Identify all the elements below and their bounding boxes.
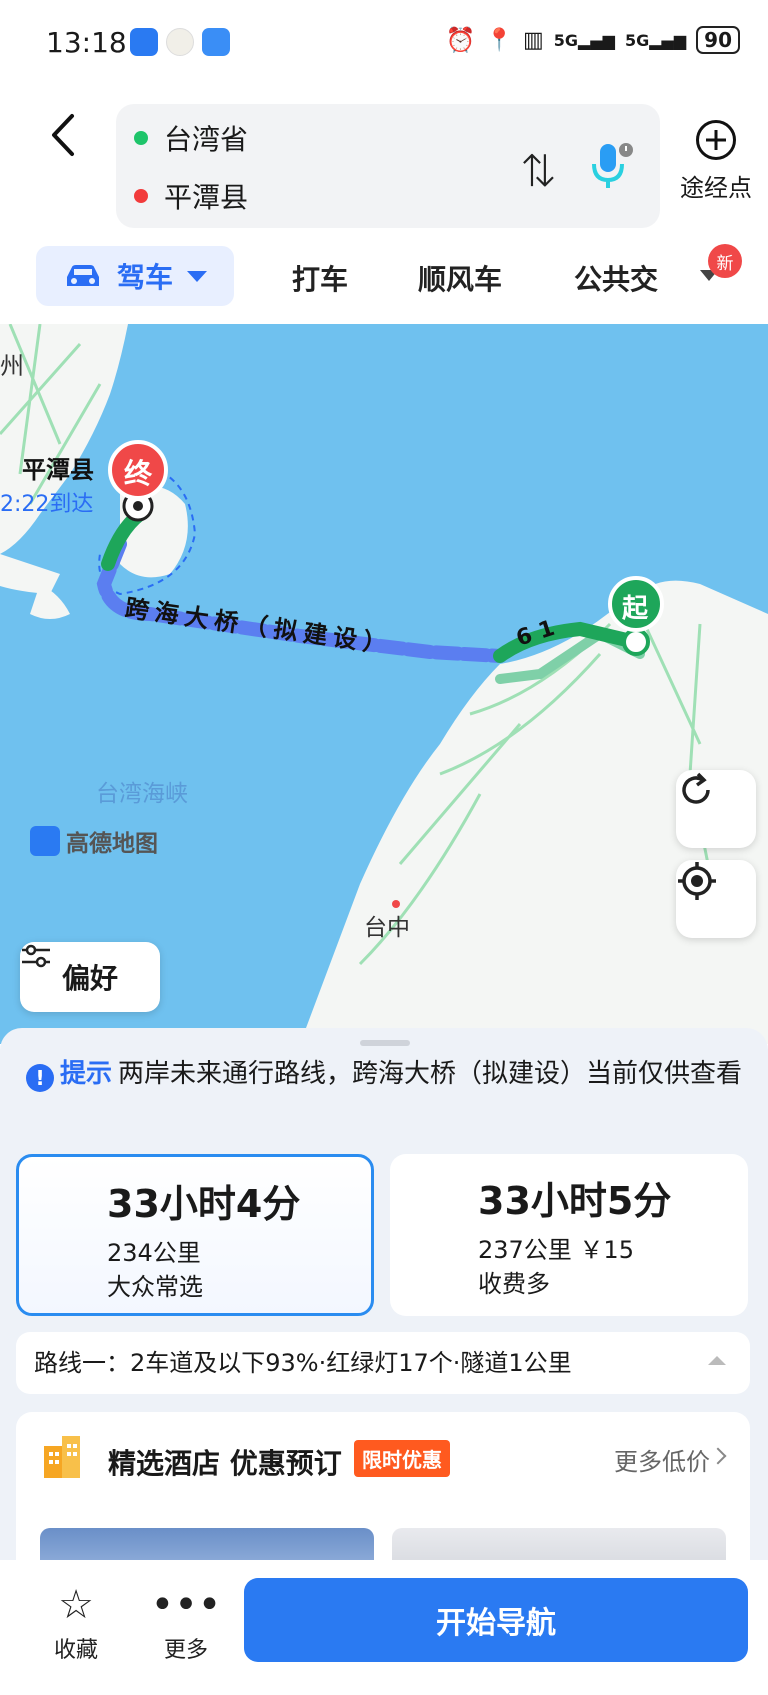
preference-button[interactable]: 偏好	[20, 942, 160, 1012]
battery-level: 90	[696, 26, 740, 54]
notice-text: 两岸未来通行路线，跨海大桥（拟建设）当前仅供查看	[118, 1059, 743, 1089]
bottom-action-bar: ☆ 收藏 ••• 更多 开始导航	[0, 1560, 768, 1695]
map-view[interactable]: 州 平潭县 2:22到达 终 起 跨海大桥（拟建设） 61 台湾海峡 高德地图 …	[0, 324, 768, 1044]
route-duration: 33小时5分	[478, 1179, 672, 1223]
info-icon: !	[26, 1064, 54, 1092]
transport-mode-tabs: 驾车 打车 顺风车 公共交 新	[0, 244, 768, 312]
route-summary-text: 路线一：2车道及以下93%·红绿灯17个·隧道1公里	[34, 1349, 572, 1377]
map-label-destination: 平潭县	[22, 456, 94, 484]
clock: 13:18	[46, 26, 127, 59]
route-distance: 237公里 ￥15	[478, 1236, 634, 1264]
preference-label: 偏好	[61, 962, 118, 995]
start-navigation-button[interactable]: 开始导航	[244, 1578, 748, 1662]
more-button[interactable]: ••• 更多	[136, 1580, 236, 1664]
route-input-box: 台湾省 平潭县 ⇅	[116, 104, 660, 228]
route-distance: 234公里	[107, 1239, 201, 1267]
hotel-building-icon	[44, 1436, 80, 1478]
add-waypoint-button[interactable]: 途经点	[676, 120, 756, 203]
route-planning-screen: 13:18 ⏰ 📍 ▥ 5G▂▄▆ 5G▂▄▆ 90 台湾省 平潭县 ⇅ 途经点…	[0, 0, 768, 1695]
limited-offer-tag: 限时优惠	[354, 1440, 450, 1477]
voice-mic-icon[interactable]	[586, 140, 634, 194]
map-brand: 高德地图	[30, 824, 158, 858]
tab-public-transit[interactable]: 公共交	[574, 258, 660, 298]
map-label-city-partial: 州	[0, 352, 24, 380]
swap-direction-icon[interactable]: ⇅	[520, 144, 557, 195]
signal-5g-icon: 5G▂▄▆	[553, 30, 615, 50]
more-dots-icon: •••	[150, 1582, 222, 1628]
map-label-taichung: 台中	[364, 915, 410, 941]
car-icon	[66, 265, 99, 286]
locate-me-button[interactable]	[676, 860, 756, 938]
strait-label: 台湾海峡	[96, 781, 188, 807]
expand-up-icon	[708, 1356, 726, 1365]
weather-sun-icon	[202, 28, 230, 56]
destination-label: 平潭县	[164, 181, 249, 214]
route-note: 收费多	[478, 1270, 550, 1298]
favorite-label: 收藏	[53, 1638, 98, 1663]
notice-banner: ! 提示 两岸未来通行路线，跨海大桥（拟建设）当前仅供查看	[26, 1054, 746, 1094]
add-circle-icon	[696, 120, 736, 160]
brand-logo-icon	[30, 826, 60, 856]
destination-row[interactable]: 平潭县	[134, 176, 248, 216]
arrival-time-label: 2:22到达	[0, 492, 94, 517]
vibrate-icon: ▥	[522, 27, 544, 53]
locate-crosshair-icon	[678, 862, 716, 900]
new-badge: 新	[708, 244, 742, 278]
brand-name: 高德地图	[66, 831, 158, 857]
refresh-route-button[interactable]	[676, 770, 756, 848]
hotel-promo-title: 精选酒店 优惠预订	[108, 1447, 342, 1480]
route-note: 大众常选	[107, 1273, 203, 1301]
route-duration: 33小时4分	[107, 1182, 301, 1226]
tab-carpool[interactable]: 顺风车	[418, 258, 502, 298]
sheet-drag-handle[interactable]	[360, 1040, 410, 1046]
star-icon: ☆	[58, 1582, 94, 1628]
route-option-2[interactable]: 33小时5分 237公里 ￥15 收费多	[390, 1154, 748, 1316]
notice-key: 提示	[60, 1059, 113, 1089]
destination-dot-icon	[134, 189, 148, 203]
favorite-button[interactable]: ☆ 收藏	[26, 1580, 126, 1664]
signal-5g-icon-2: 5G▂▄▆	[624, 30, 687, 50]
more-deals-link[interactable]: 更多低价	[614, 1442, 710, 1477]
tab-drive[interactable]: 驾车	[36, 246, 234, 306]
status-bar: 13:18 ⏰ 📍 ▥ 5G▂▄▆ 5G▂▄▆ 90	[0, 0, 768, 92]
alarm-icon: ⏰	[445, 26, 476, 54]
route-option-1[interactable]: 33小时4分 234公里 大众常选	[16, 1154, 374, 1316]
weather-moon-icon	[166, 28, 194, 56]
status-icons: ⏰ 📍 ▥ 5G▂▄▆ 5G▂▄▆ 90	[446, 26, 740, 54]
back-arrow-icon[interactable]	[44, 110, 84, 160]
location-icon: 📍	[485, 27, 513, 53]
sliders-icon	[22, 944, 50, 968]
refresh-icon	[682, 772, 710, 804]
chevron-right-icon	[709, 1447, 727, 1465]
origin-dot-icon	[134, 131, 148, 145]
waypoint-label: 途经点	[680, 174, 752, 202]
route-summary-bar[interactable]: 路线一：2车道及以下93%·红绿灯17个·隧道1公里	[16, 1332, 750, 1394]
tab-taxi[interactable]: 打车	[292, 258, 348, 298]
app-notification-icon	[130, 28, 158, 56]
origin-label: 台湾省	[164, 123, 249, 156]
destination-marker: 终	[124, 457, 153, 490]
more-label: 更多	[163, 1638, 208, 1663]
tab-drive-label: 驾车	[116, 261, 173, 294]
origin-row[interactable]: 台湾省	[134, 118, 248, 158]
origin-marker: 起	[622, 594, 649, 624]
dropdown-caret-icon	[187, 270, 207, 282]
